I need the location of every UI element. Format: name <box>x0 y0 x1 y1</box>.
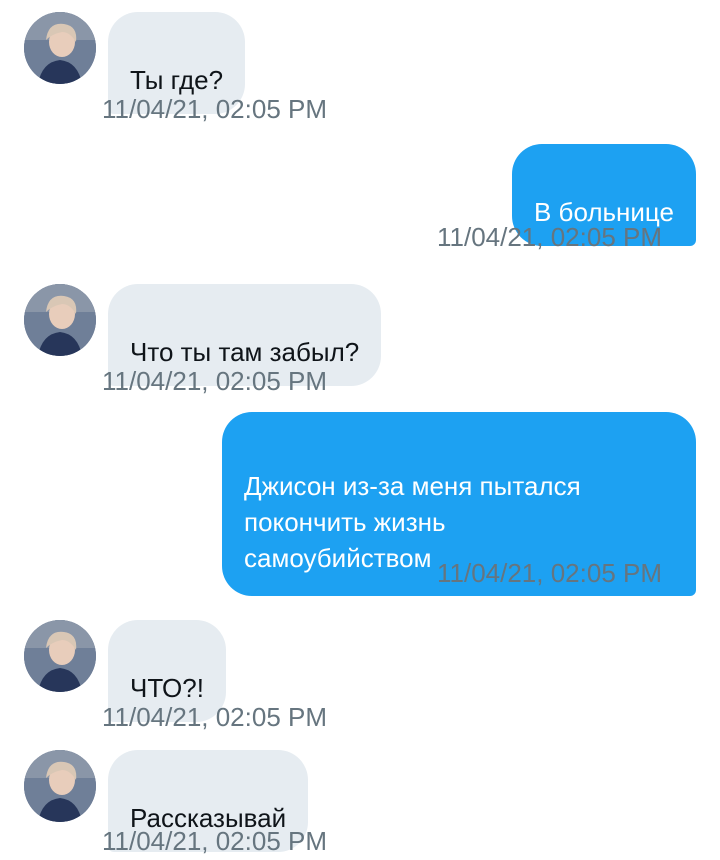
timestamp-text: 11/04/21, 02:05 PM <box>102 702 328 732</box>
avatar[interactable] <box>24 12 96 84</box>
timestamp-text: 11/04/21, 02:05 PM <box>436 222 662 252</box>
check-icon <box>676 558 696 589</box>
avatar[interactable] <box>24 620 96 692</box>
timestamp-text: 11/04/21, 02:05 PM <box>102 94 328 124</box>
message-timestamp: 11/04/21, 02:05 PM <box>437 222 696 255</box>
message-timestamp: 11/04/21, 02:05 PM <box>437 558 696 591</box>
message-timestamp: 11/04/21, 02:05 PM <box>102 826 327 857</box>
message-text: Ты где? <box>130 65 224 95</box>
message-text: ЧТО?! <box>130 673 204 703</box>
timestamp-text: 11/04/21, 02:05 PM <box>436 558 662 588</box>
check-icon <box>676 222 696 253</box>
message-timestamp: 11/04/21, 02:05 PM <box>102 94 327 125</box>
avatar[interactable] <box>24 750 96 822</box>
timestamp-text: 11/04/21, 02:05 PM <box>102 826 328 856</box>
timestamp-text: 11/04/21, 02:05 PM <box>102 366 328 396</box>
message-timestamp: 11/04/21, 02:05 PM <box>102 366 327 397</box>
message-text: Что ты там забыл? <box>130 337 360 367</box>
avatar[interactable] <box>24 284 96 356</box>
message-timestamp: 11/04/21, 02:05 PM <box>102 702 327 733</box>
